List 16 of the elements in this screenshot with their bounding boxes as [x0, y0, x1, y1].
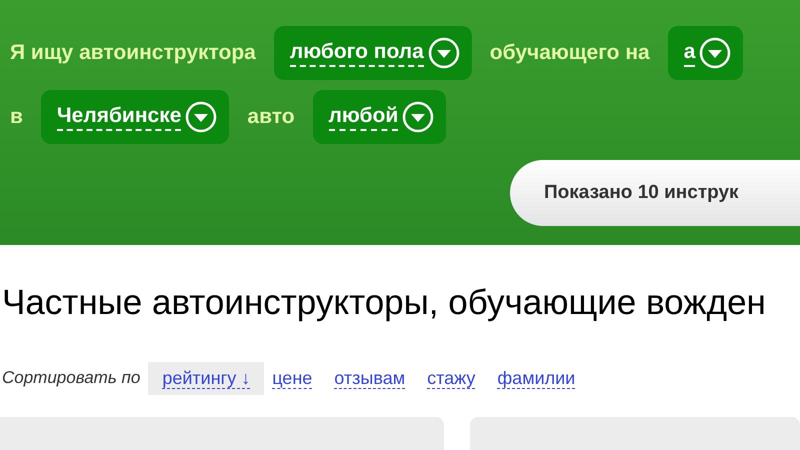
filter-dropdown[interactable]: а — [668, 26, 744, 80]
dropdown-caret-icon — [428, 37, 460, 69]
filter-dropdown[interactable]: любой — [312, 90, 446, 144]
results-count-button[interactable]: Показано 10 инструк — [510, 160, 800, 226]
filter-label: обучающего на — [490, 40, 650, 66]
dropdown-caret-icon — [699, 37, 732, 69]
page-heading: Частные автоинструкторы, обучающие вожден — [2, 282, 767, 324]
filter-dropdown[interactable]: любого пола — [274, 26, 472, 80]
dropdown-caret-icon — [185, 101, 218, 133]
filter-dropdown[interactable]: Челябинске — [40, 90, 230, 144]
sort-option[interactable]: рейтингу ↓ — [148, 362, 264, 394]
filter-label: авто — [247, 104, 295, 130]
filter-label: Я ищу автоинструктора — [10, 40, 256, 66]
dropdown-caret-icon — [402, 101, 434, 133]
sort-label: Сортировать по — [2, 367, 140, 390]
filter-label: в — [10, 104, 23, 130]
